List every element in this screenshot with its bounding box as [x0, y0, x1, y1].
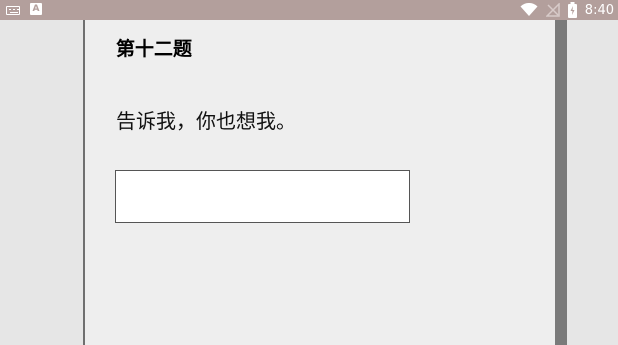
- status-bar: A 8:40: [0, 0, 618, 20]
- clock: 8:40: [584, 2, 614, 18]
- battery-icon: [567, 2, 577, 18]
- question-text: 告诉我，你也想我。: [116, 109, 296, 133]
- no-signal-icon: [545, 3, 560, 17]
- page-edge-shadow: [555, 20, 567, 345]
- answer-input[interactable]: [115, 170, 410, 223]
- keyboard-icon: [6, 5, 20, 15]
- wifi-icon: [520, 3, 538, 17]
- question-title: 第十二题: [116, 38, 193, 60]
- status-bar-right: 8:40: [520, 0, 614, 20]
- a-icon: A: [30, 3, 42, 15]
- status-bar-left: A: [6, 3, 42, 15]
